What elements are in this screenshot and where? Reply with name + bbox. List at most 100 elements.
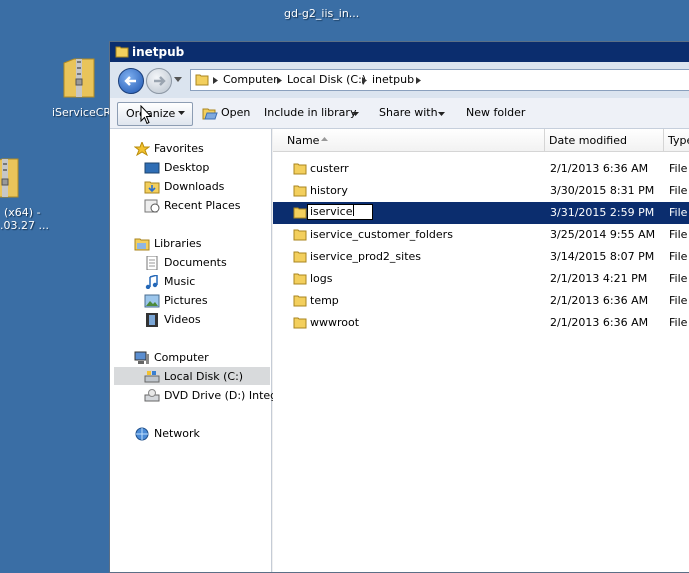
chevron-down-icon [178,111,185,115]
file-date: 2/1/2013 4:21 PM [550,272,648,285]
file-row-iservice-customer-folders[interactable]: iservice_customer_folders 3/25/2014 9:55… [273,224,689,246]
chevron-right-icon[interactable] [277,77,282,84]
music-icon [145,275,158,289]
breadcrumb-inetpub[interactable]: inetpub [372,73,414,86]
nav-label: Music [164,275,196,288]
file-date: 2/1/2013 6:36 AM [550,316,649,329]
chevron-down-icon [352,112,359,116]
desktop-icon-label-line2[interactable]: .03.27 ... [0,219,49,232]
nav-label: Network [154,427,200,440]
mouse-cursor-icon [140,105,152,125]
nav-label: Videos [164,313,201,326]
file-date: 2/1/2013 6:36 AM [550,162,649,175]
downloads-folder-icon [144,181,160,194]
organize-button[interactable]: Organize [117,102,193,126]
include-in-library-button[interactable]: Include in library [264,106,356,119]
breadcrumb-computer[interactable]: Computer [223,73,278,86]
file-type: File [669,316,688,329]
nav-label: Downloads [164,180,225,193]
arrow-right-icon [154,76,166,86]
file-row-logs[interactable]: logs 2/1/2013 4:21 PM File [273,268,689,290]
chevron-right-icon[interactable] [362,77,367,84]
file-type: File [669,272,688,285]
computer-icon [134,351,149,364]
desktop-icon [144,162,160,174]
nav-label: DVD Drive (D:) Integra [164,389,289,402]
pictures-icon [144,294,160,308]
chevron-down-icon [438,112,445,116]
file-name: history [310,184,348,197]
file-type: File [669,162,688,175]
nav-label: Favorites [154,142,204,155]
file-row-iservice[interactable]: iservice 3/31/2015 2:59 PM File [273,202,689,224]
rename-textbox[interactable]: iservice [307,204,373,220]
column-header-label: Type [668,134,689,147]
open-button[interactable]: Open [221,106,250,119]
chevron-right-icon[interactable] [416,77,421,84]
file-name: wwwroot [310,316,360,329]
file-type: File [669,294,688,307]
column-header-date-modified[interactable]: Date modified [545,129,664,152]
forward-button[interactable] [146,68,172,94]
file-date: 3/30/2015 8:31 PM [550,184,655,197]
chevron-right-icon[interactable] [213,77,218,84]
history-dropdown-icon[interactable] [174,77,182,83]
star-icon [134,142,150,156]
new-folder-button[interactable]: New folder [466,106,525,119]
file-row-wwwroot[interactable]: wwwroot 2/1/2013 6:36 AM File [273,312,689,334]
zip-folder-icon[interactable] [0,155,20,202]
file-name: iservice_customer_folders [310,228,453,241]
folder-icon [293,163,307,175]
navigation-pane: Favorites Desktop Downloads Recent Place… [110,129,288,572]
column-header-label: Name [287,134,320,147]
share-with-button[interactable]: Share with [379,106,438,119]
file-date: 3/25/2014 9:55 AM [550,228,656,241]
open-icon [202,108,218,120]
folder-icon [293,295,307,307]
zip-folder-icon[interactable] [62,55,96,102]
sort-ascending-icon [321,137,328,141]
folder-icon [115,46,129,58]
folder-icon [293,229,307,241]
libraries-icon [134,238,150,251]
column-header-label: Date modified [549,134,627,147]
nav-label: Documents [164,256,227,269]
breadcrumb-local-disk[interactable]: Local Disk (C:) [287,73,366,86]
local-disk-icon [144,371,160,383]
file-row-history[interactable]: history 3/30/2015 8:31 PM File [273,180,689,202]
window-title: inetpub [132,45,185,59]
file-list-pane: Name Date modified Type custerr 2/1/2013… [273,129,689,572]
file-date: 2/1/2013 6:36 AM [550,294,649,307]
file-type: File [669,250,688,263]
file-row-temp[interactable]: temp 2/1/2013 6:36 AM File [273,290,689,312]
documents-icon [146,256,158,270]
nav-label: Desktop [164,161,210,174]
column-header-name[interactable]: Name [273,129,545,152]
file-name: temp [310,294,339,307]
videos-icon [146,313,158,327]
folder-icon [293,185,307,197]
title-bar[interactable]: inetpub [110,42,689,62]
column-header-type[interactable]: Type [664,129,689,152]
desktop-icon-label-line1[interactable]: (x64) - [4,206,41,219]
back-button[interactable] [118,68,144,94]
desktop-top-label[interactable]: gd-g2_iis_in... [284,7,359,20]
file-name: custerr [310,162,349,175]
folder-icon [293,273,307,285]
folder-icon [293,317,307,329]
nav-label: Libraries [154,237,202,250]
file-row-iservice-prod2-sites[interactable]: iservice_prod2_sites 3/14/2015 8:07 PM F… [273,246,689,268]
file-row-custerr[interactable]: custerr 2/1/2013 6:36 AM File [273,158,689,180]
file-name: iservice [310,205,353,218]
nav-label: Recent Places [164,199,241,212]
folder-icon [293,207,307,219]
nav-label: Local Disk (C:) [164,370,244,383]
file-type: File [669,228,688,241]
file-type: File [669,206,688,219]
arrow-left-icon [124,76,136,86]
folder-icon [293,251,307,263]
explorer-window: inetpub Computer Local Disk (C:) inetpub… [109,41,689,573]
address-row: Computer Local Disk (C:) inetpub [110,62,689,98]
recent-places-icon [144,199,160,213]
address-bar[interactable]: Computer Local Disk (C:) inetpub [190,69,689,91]
